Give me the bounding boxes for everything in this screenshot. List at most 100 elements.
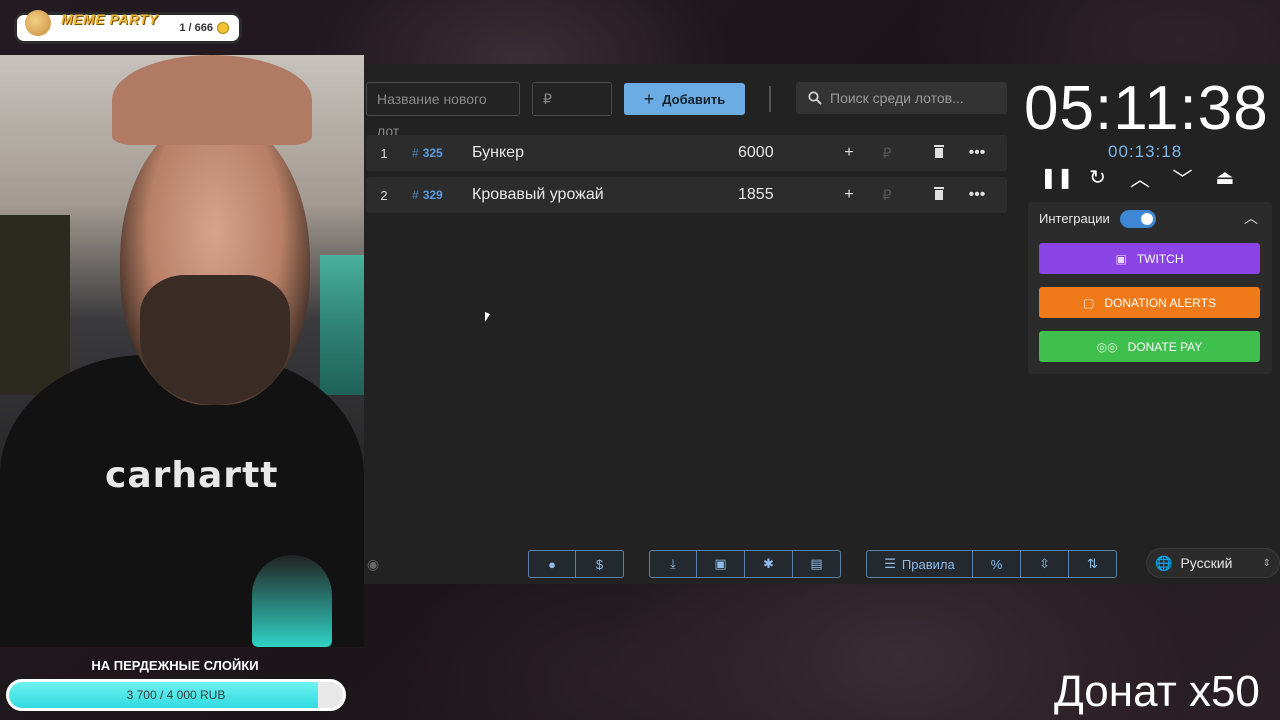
github-button[interactable]: ●	[528, 550, 576, 578]
main-timer: 05:11:38	[1024, 78, 1269, 140]
bug-icon: ✱	[763, 556, 774, 571]
meme-party-banner: MEME PARTY 1 / 666	[14, 10, 242, 44]
chevron-updown-icon: ⇕	[1262, 557, 1271, 569]
search-icon	[808, 91, 822, 105]
compress-icon: ⇳	[1039, 556, 1050, 571]
donation-goal-bar: 3 700 / 4 000 RUB	[6, 679, 346, 711]
bottom-group-links: ● $	[528, 550, 624, 578]
donate-pay-button[interactable]: ◎◎ DONATE PAY	[1039, 331, 1260, 362]
donation-alerts-button[interactable]: ▢ DONATION ALERTS	[1039, 287, 1260, 318]
toolbar-divider	[769, 86, 771, 112]
globe-icon: 🌐	[1155, 554, 1173, 571]
sort-icon: ⇅	[1087, 556, 1098, 571]
plus-icon[interactable]: +	[830, 144, 868, 162]
lot-search-placeholder: Поиск среди лотов...	[830, 90, 964, 106]
eye-icon[interactable]: ◉	[367, 556, 379, 573]
pause-icon[interactable]: ❚❚	[1040, 165, 1074, 190]
rules-icon: ☰	[884, 556, 896, 571]
webcam-streamer-cap	[112, 55, 312, 145]
lot-amount[interactable]: 6000	[738, 144, 830, 162]
hash-icon: #	[412, 188, 419, 202]
toggle-knob	[1141, 213, 1153, 225]
add-lot-label: Добавить	[662, 91, 726, 107]
twitch-label: TWITCH	[1136, 251, 1184, 266]
rules-button[interactable]: ☰ Правила	[866, 550, 973, 578]
lot-search-input[interactable]: Поиск среди лотов...	[796, 82, 1007, 114]
chevron-up-icon[interactable]: ︿	[1125, 163, 1155, 192]
lot-amount[interactable]: 1855	[738, 186, 830, 204]
trash-icon[interactable]	[920, 186, 958, 205]
clear-lots-button[interactable]: ▤	[793, 550, 841, 578]
webcam-streamer-beard	[140, 275, 290, 405]
donation-alerts-label: DONATION ALERTS	[1104, 295, 1216, 310]
bottom-group-file: ⤓ ▣ ✱ ▤	[649, 550, 841, 578]
ruble-icon[interactable]: ₽	[868, 145, 906, 162]
lot-id[interactable]: #325	[402, 146, 472, 160]
lot-toolbar: Название нового лот ₽ + Добавить Поиск с…	[364, 82, 1014, 139]
dollar-icon: $	[595, 556, 604, 572]
save-button[interactable]: ▣	[697, 550, 745, 578]
language-select[interactable]: 🌐 Русский ⇕	[1146, 548, 1280, 578]
download-button[interactable]: ⤓	[649, 550, 697, 578]
eject-icon[interactable]: ⏏	[1210, 165, 1240, 190]
clear-icon: ▤	[810, 556, 823, 571]
github-icon: ●	[548, 556, 556, 572]
download-icon: ⤓	[670, 556, 676, 571]
lot-index: 1	[380, 145, 388, 161]
donation-goal-text: 3 700 / 4 000 RUB	[126, 688, 226, 702]
integrations-toggle[interactable]	[1120, 210, 1156, 228]
doge-avatar	[25, 10, 51, 36]
ruble-icon[interactable]: ₽	[868, 187, 906, 204]
lot-name[interactable]: Бункер	[472, 144, 738, 162]
chevron-down-icon[interactable]: ﹀	[1168, 163, 1198, 192]
bug-report-button[interactable]: ✱	[745, 550, 793, 578]
percent-button[interactable]: %	[973, 550, 1021, 578]
restart-icon[interactable]: ↻	[1083, 165, 1113, 190]
donate-pay-label: DONATE PAY	[1127, 339, 1203, 354]
more-icon[interactable]: •••	[958, 186, 996, 204]
rules-label: Правила	[901, 556, 955, 572]
plus-icon: +	[643, 88, 655, 109]
percent-icon: %	[990, 556, 1003, 572]
more-icon[interactable]: •••	[958, 144, 996, 162]
banner-count-text: 1 / 666	[179, 22, 213, 34]
lot-name[interactable]: Кровавый урожай	[472, 186, 738, 204]
twitch-icon: ▣	[1115, 251, 1127, 266]
timer-controls: ❚❚ ↻ ︿ ﹀ ⏏	[1040, 162, 1270, 192]
new-lot-name-input[interactable]: Название нового лот	[366, 82, 520, 139]
lot-id-text: 329	[422, 188, 443, 202]
sub-timer: 00:13:18	[1108, 142, 1183, 161]
webcam-background-light	[320, 255, 364, 395]
banner-count: 1 / 666	[179, 22, 229, 34]
add-lot-button[interactable]: + Добавить	[624, 83, 745, 115]
lot-row: 1 #325 Бункер 6000 + ₽ •••	[366, 135, 1007, 171]
sort-button[interactable]: ⇅	[1069, 550, 1117, 578]
lot-index: 2	[380, 187, 388, 203]
compress-button[interactable]: ⇳	[1021, 550, 1069, 578]
lot-id[interactable]: #329	[402, 188, 472, 202]
mouse-cursor	[485, 312, 490, 322]
webcam-feed: carhartt	[0, 55, 364, 647]
donate-pay-icon: ◎◎	[1096, 339, 1118, 354]
integrations-panel: Интеграции ︿ ▣ TWITCH ▢ DONATION ALERTS …	[1028, 202, 1272, 374]
hash-icon: #	[412, 146, 419, 160]
save-icon: ▣	[714, 556, 727, 571]
lot-row: 2 #329 Кровавый урожай 1855 + ₽ •••	[366, 177, 1007, 213]
chevron-up-icon[interactable]: ︿	[1244, 208, 1258, 228]
donation-alerts-icon: ▢	[1083, 295, 1095, 310]
webcam-shirt-logo: carhartt	[105, 455, 279, 496]
donate-button[interactable]: $	[576, 550, 624, 578]
banner-title: MEME PARTY	[61, 11, 159, 27]
twitch-button[interactable]: ▣ TWITCH	[1039, 243, 1260, 274]
webcam-background-art	[0, 215, 70, 395]
bottom-group-settings: ☰ Правила % ⇳ ⇅	[866, 550, 1117, 578]
plus-icon[interactable]: +	[830, 186, 868, 204]
donation-multiplier-overlay: Донат x50	[1054, 667, 1260, 716]
integrations-title: Интеграции	[1039, 211, 1110, 226]
new-lot-amount-input[interactable]: ₽	[532, 82, 612, 116]
trash-icon[interactable]	[920, 144, 958, 163]
language-label: Русский	[1180, 555, 1233, 571]
webcam-microphone	[252, 555, 332, 647]
coin-icon	[217, 22, 229, 34]
lot-id-text: 325	[422, 146, 443, 160]
